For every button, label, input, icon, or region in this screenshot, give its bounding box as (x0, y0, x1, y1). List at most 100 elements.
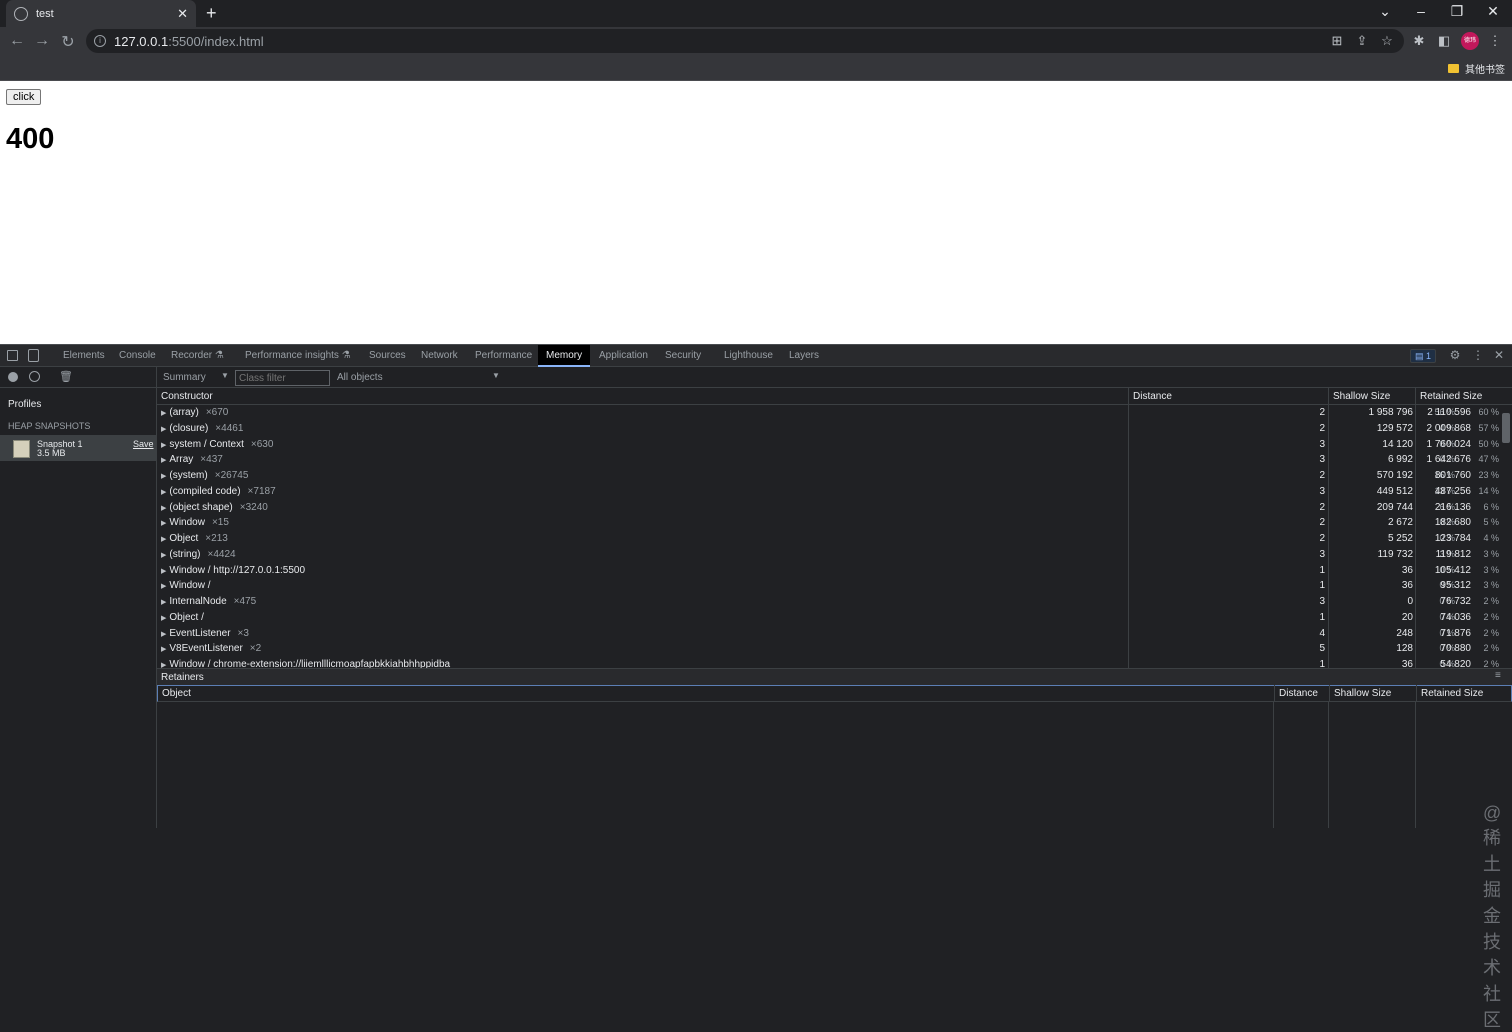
expand-triangle-icon[interactable]: ▶ (161, 536, 166, 543)
table-row[interactable]: ▶ V8EventListener ×2 5 128 0 % 70 880 2 % (157, 641, 1500, 657)
object-column-header[interactable]: Object (158, 685, 1274, 702)
devtools-tab-lighthouse[interactable]: Lighthouse (716, 345, 781, 367)
expand-triangle-icon[interactable]: ▶ (161, 473, 166, 480)
devtools-tab-layers[interactable]: Layers (781, 345, 827, 367)
table-row[interactable]: ▶ Object /1 20 0 % 74 036 2 % (157, 610, 1500, 626)
expand-triangle-icon[interactable]: ▶ (161, 583, 166, 590)
devtools-tab-memory[interactable]: Memory (538, 345, 591, 367)
table-row[interactable]: ▶ (compiled code) ×7187 3 449 512 13 % 487 256… (157, 484, 1500, 500)
table-row[interactable]: ▶ (system) ×26745 2 570 192 16 % 801 760 23 % (157, 468, 1500, 484)
device-toolbar-icon[interactable] (28, 349, 39, 362)
devtools-menu-icon[interactable]: ⋮ (1470, 348, 1486, 362)
minimize-icon[interactable]: – (1406, 3, 1436, 19)
expand-triangle-icon[interactable]: ▶ (161, 410, 166, 417)
reload-icon[interactable]: ↻ (58, 32, 78, 52)
devtools-tab-performance-insights[interactable]: Performance insights ⚗ (237, 345, 359, 367)
expand-triangle-icon[interactable]: ▶ (161, 568, 166, 575)
table-row[interactable]: ▶ Window / http://127.0.0.1:5500 1 36 0 % 105… (157, 563, 1500, 579)
inspect-element-icon[interactable] (7, 350, 18, 361)
expand-triangle-icon[interactable]: ▶ (161, 489, 166, 496)
table-row[interactable]: ▶ (array) ×670 2 1 958 796 56 % 2 110 596 60 % (157, 405, 1500, 421)
extensions-icon[interactable]: ✱ (1410, 33, 1428, 49)
table-row[interactable]: ▶ Window / chrome-extension://liiemlllicm… (157, 657, 1500, 668)
devtools-tab-sources[interactable]: Sources (361, 345, 414, 367)
expand-triangle-icon[interactable]: ▶ (161, 646, 166, 653)
menu-kebab-icon[interactable]: ⋮ (1486, 33, 1504, 49)
expand-triangle-icon[interactable]: ▶ (161, 520, 166, 527)
expand-triangle-icon[interactable]: ▶ (161, 426, 166, 433)
retained-size-column-header[interactable]: Retained Size (1415, 388, 1500, 405)
scrollbar-thumb[interactable] (1502, 413, 1510, 443)
devtools-tab-performance[interactable]: Performance (467, 345, 540, 367)
retainers-distance-header[interactable]: Distance (1274, 685, 1329, 702)
expand-triangle-icon[interactable]: ▶ (161, 505, 166, 512)
close-devtools-icon[interactable]: ✕ (1491, 348, 1507, 362)
expand-triangle-icon[interactable]: ▶ (161, 615, 166, 622)
distance-cell: 1 (1319, 564, 1325, 576)
save-snapshot-link[interactable]: Save (133, 439, 154, 449)
devtools-tab-recorder[interactable]: Recorder ⚗ (163, 345, 232, 367)
browser-tab[interactable]: test ✕ (6, 0, 196, 27)
heap-scrollbar[interactable] (1500, 405, 1512, 668)
new-tab-icon[interactable]: + (206, 3, 217, 23)
table-row[interactable]: ▶ Object ×213 2 5 252 0 % 123 784 4 % (157, 531, 1500, 547)
devtools-tab-security[interactable]: Security (657, 345, 709, 367)
other-bookmarks-label: 其他书签 (1465, 65, 1505, 76)
restore-icon[interactable]: ❐ (1442, 3, 1472, 20)
expand-triangle-icon[interactable]: ▶ (161, 457, 166, 464)
trash-icon[interactable]: 🗑 (59, 370, 73, 383)
table-row[interactable]: ▶ (object shape) ×3240 2 209 744 6 % 216 136 6 … (157, 500, 1500, 516)
table-row[interactable]: ▶ (string) ×4424 3 119 732 3 % 119 812 3 % (157, 547, 1500, 563)
expand-triangle-icon[interactable]: ▶ (161, 552, 166, 559)
click-button[interactable]: click (6, 89, 42, 105)
constructor-cell: ▶ Array ×437 (161, 454, 223, 465)
instance-count: ×630 (250, 438, 274, 450)
side-panel-icon[interactable]: ◧ (1435, 33, 1453, 49)
class-filter-input[interactable] (235, 370, 330, 386)
settings-gear-icon[interactable]: ⚙ (1447, 348, 1463, 362)
translate-icon[interactable]: ⊞ (1328, 33, 1346, 49)
retainers-shallow-header[interactable]: Shallow Size (1329, 685, 1416, 702)
close-window-icon[interactable]: ✕ (1478, 3, 1508, 20)
distance-cell: 1 (1319, 580, 1325, 592)
address-bar[interactable]: i 127.0.0.1:5500/index.html (86, 29, 1404, 53)
clear-icon[interactable] (29, 371, 40, 382)
shallow-size-column-header[interactable]: Shallow Size (1328, 388, 1415, 405)
table-row[interactable]: ▶ system / Context ×630 3 14 120 0 % 1 760 024… (157, 437, 1500, 453)
devtools-tab-application[interactable]: Application (591, 345, 656, 367)
table-row[interactable]: ▶ EventListener ×3 4 248 0 % 71 876 2 % (157, 626, 1500, 642)
column-divider (1415, 702, 1416, 828)
share-icon[interactable]: ⇪ (1353, 33, 1371, 49)
distance-column-header[interactable]: Distance (1128, 388, 1328, 405)
table-row[interactable]: ▶ InternalNode ×475 3 0 0 % 76 732 2 % (157, 594, 1500, 610)
expand-triangle-icon[interactable]: ▶ (161, 631, 166, 638)
table-row[interactable]: ▶ Array ×437 3 6 992 0 % 1 642 676 47 % (157, 452, 1500, 468)
constructor-column-header[interactable]: Constructor (157, 388, 1128, 405)
close-tab-icon[interactable]: ✕ (177, 6, 188, 22)
table-row[interactable]: ▶ Window ×15 2 2 672 0 % 182 680 5 % (157, 515, 1500, 531)
back-icon[interactable]: ← (7, 32, 27, 50)
view-select[interactable]: Summary (163, 372, 206, 383)
expand-triangle-icon[interactable]: ▶ (161, 599, 166, 606)
retainers-retained-header[interactable]: Retained Size (1416, 685, 1511, 702)
objects-dropdown-icon[interactable]: ▼ (492, 371, 500, 380)
view-dropdown-icon[interactable]: ▼ (221, 371, 229, 380)
site-info-icon[interactable]: i (94, 35, 106, 47)
table-row[interactable]: ▶ Window /1 36 0 % 95 312 3 % (157, 578, 1500, 594)
table-row[interactable]: ▶ (closure) ×4461 2 129 572 4 % 2 009 868 57 % (157, 421, 1500, 437)
bookmark-star-icon[interactable]: ☆ (1378, 33, 1396, 49)
objects-filter-select[interactable]: All objects (337, 372, 383, 383)
expand-triangle-icon[interactable]: ▶ (161, 442, 166, 449)
devtools-tab-network[interactable]: Network (413, 345, 466, 367)
other-bookmarks[interactable]: 其他书签 (1448, 61, 1505, 76)
retainers-menu-icon[interactable]: ≡ (1495, 670, 1501, 681)
snapshot-item[interactable]: Snapshot 1 3.5 MB Save (0, 435, 156, 461)
profile-avatar[interactable]: 德玮 (1461, 32, 1479, 50)
issues-badge[interactable]: ▤ 1 (1410, 349, 1437, 363)
forward-icon[interactable]: → (32, 32, 52, 50)
record-icon[interactable] (8, 372, 18, 382)
tab-search-icon[interactable]: ⌄ (1370, 3, 1400, 20)
devtools-tab-elements[interactable]: Elements (55, 345, 113, 367)
devtools-tab-console[interactable]: Console (111, 345, 164, 367)
retained-percent-cell: 2 % (1483, 627, 1499, 638)
